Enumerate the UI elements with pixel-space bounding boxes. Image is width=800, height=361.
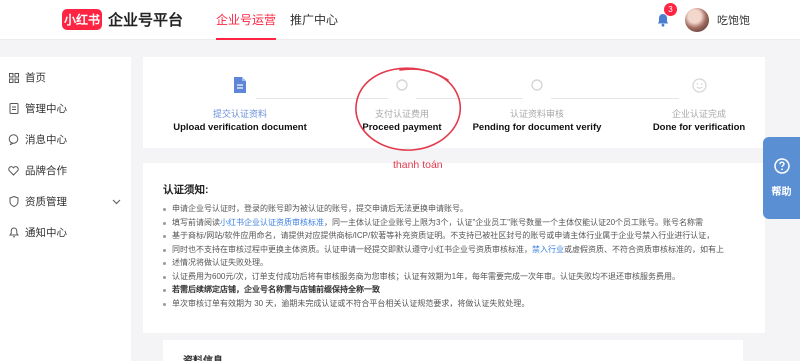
bell-icon bbox=[8, 227, 19, 238]
step-label-en: Upload verification document bbox=[173, 122, 307, 133]
notice-title: 认证须知: bbox=[163, 184, 209, 196]
sidebar-item-home[interactable]: 首页 bbox=[0, 62, 131, 93]
platform-title: 企业号平台 bbox=[108, 12, 184, 29]
help-button[interactable]: 帮助 bbox=[763, 137, 800, 219]
step-document-verify: 认证资料审核 Pending for document verify bbox=[462, 57, 612, 133]
top-navigation-bar: 小红书 企业号平台 企业号运营 推广中心 3 吃饱饱 bbox=[0, 0, 800, 40]
help-label: 帮助 bbox=[771, 187, 792, 198]
step-label-en: Done for verification bbox=[652, 122, 746, 133]
top-nav-tabs: 企业号运营 推广中心 bbox=[209, 0, 345, 40]
notice-item: 基于商标/网站/软件应用命名，请提供对应提供商标/ICP/软著等补充资质证明。不… bbox=[163, 230, 753, 242]
smile-icon bbox=[691, 77, 707, 93]
sidebar-item-label: 资质管理 bbox=[25, 196, 67, 208]
heart-icon bbox=[8, 165, 19, 176]
info-card: 资料信息 bbox=[163, 340, 743, 361]
notification-bell-icon[interactable]: 3 bbox=[655, 3, 677, 28]
step-label-en: Proceed payment bbox=[362, 122, 442, 133]
message-icon bbox=[8, 134, 19, 145]
step-label-cn: 企业认证完成 bbox=[671, 109, 726, 119]
sidebar-item-management[interactable]: 管理中心 bbox=[0, 93, 131, 124]
user-area: 3 吃饱饱 bbox=[655, 0, 800, 40]
info-card-title: 资料信息 bbox=[183, 352, 223, 361]
step-label-cn: 提交认证资料 bbox=[212, 109, 267, 119]
step-upload-document: 提交认证资料 Upload verification document bbox=[165, 57, 315, 133]
sidebar-item-notifications[interactable]: 通知中心 bbox=[0, 217, 131, 248]
notice-item: 填写前请阅读小红书企业认证资质审核标准，同一主体认证企业账号上限为3个，认证"企… bbox=[163, 217, 753, 229]
step-label-en: Pending for document verify bbox=[472, 122, 602, 133]
notice-list: 申请企业号认证时，登录的账号即为被认证的账号，提交申请后无法更换申请账号。 填写… bbox=[163, 203, 753, 311]
tab-enterprise-operations[interactable]: 企业号运营 bbox=[209, 0, 283, 40]
sidebar-item-label: 通知中心 bbox=[25, 227, 67, 239]
notice-item: 若需后续绑定店铺，企业号名称需与店铺前缀保持全称一致 bbox=[163, 284, 753, 296]
sidebar-item-brand-cooperation[interactable]: 品牌合作 bbox=[0, 155, 131, 186]
prohibited-industry-link[interactable]: 禁入行业 bbox=[532, 245, 564, 254]
xiaohongshu-logo[interactable]: 小红书 bbox=[62, 9, 102, 30]
step-label-cn: 认证资料审核 bbox=[509, 109, 564, 119]
step-verification-done: 企业认证完成 Done for verification bbox=[624, 57, 774, 133]
sidebar-item-label: 消息中心 bbox=[25, 134, 67, 146]
sidebar-item-qualification[interactable]: 资质管理 bbox=[0, 186, 131, 217]
grid-icon bbox=[8, 72, 19, 83]
sidebar-item-label: 品牌合作 bbox=[25, 165, 67, 177]
help-question-icon bbox=[773, 158, 790, 179]
tab-promotion-center[interactable]: 推广中心 bbox=[283, 0, 345, 40]
notice-item: 同时也不支持在审核过程中更换主体资质。认证申请一经提交即默认遵守小红书企业号资质… bbox=[163, 244, 753, 256]
notice-item: 认证费用为600元/次，订单支付成功后将有审核服务商为您审核；认证有效期为1年，… bbox=[163, 271, 753, 283]
notice-item: 单次审核订单有效期为 30 天，逾期未完成认证或不符合平台相关认证规范要求，将做… bbox=[163, 298, 753, 310]
chevron-down-icon[interactable] bbox=[112, 196, 121, 208]
sidebar-item-label: 首页 bbox=[25, 72, 46, 84]
sidebar: 首页 管理中心 消息中心 品牌合作 资质管理 通知中心 bbox=[0, 57, 131, 361]
notification-count-badge: 3 bbox=[664, 3, 677, 16]
notice-item: 申请企业号认证时，登录的账号即为被认证的账号，提交申请后无法更换申请账号。 bbox=[163, 203, 753, 215]
step-dot-icon bbox=[529, 77, 545, 93]
verification-notice: 认证须知: 申请企业号认证时，登录的账号即为被认证的账号，提交申请后无法更换申请… bbox=[143, 163, 765, 333]
step-label-cn: 支付认证费用 bbox=[374, 109, 429, 119]
annotation-text: thanh toán bbox=[393, 159, 443, 171]
document-step-icon bbox=[232, 77, 248, 93]
sidebar-item-messages[interactable]: 消息中心 bbox=[0, 124, 131, 155]
verification-steps: 提交认证资料 Upload verification document 支付认证… bbox=[143, 57, 765, 148]
step-proceed-payment: 支付认证费用 Proceed payment bbox=[327, 57, 477, 133]
sidebar-item-label: 管理中心 bbox=[25, 103, 67, 115]
shield-icon bbox=[8, 196, 19, 207]
qualification-standard-link[interactable]: 小红书企业认证资质审核标准 bbox=[220, 218, 324, 227]
notice-item: 述情况将做认证失败处理。 bbox=[163, 257, 753, 269]
user-name[interactable]: 吃饱饱 bbox=[717, 12, 750, 28]
step-dot-icon bbox=[394, 77, 410, 93]
document-icon bbox=[8, 103, 19, 114]
user-avatar[interactable] bbox=[685, 8, 709, 32]
